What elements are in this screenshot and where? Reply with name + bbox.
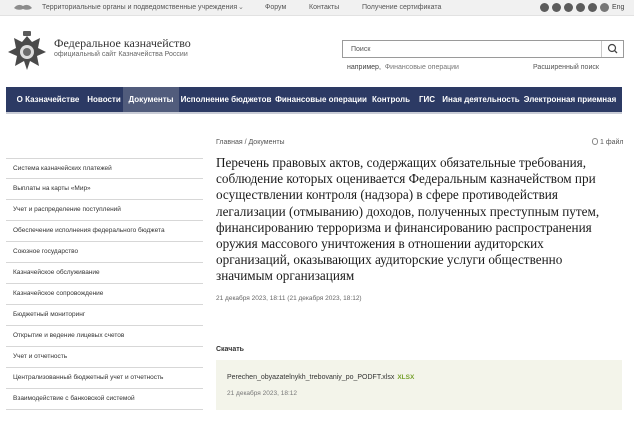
file-card[interactable]: Perechen_obyazatelnykh_trebovaniy_po_POD…	[216, 360, 622, 410]
nav-about[interactable]: О Казначействе	[11, 87, 85, 112]
nav-gis[interactable]: ГИС	[413, 87, 441, 112]
sidebar-item-accounting-reporting[interactable]: Учет и отчетность	[6, 347, 203, 368]
site-title[interactable]: Федеральное казначейство	[54, 36, 191, 51]
language-switch[interactable]: Eng	[612, 4, 624, 11]
nav-news[interactable]: Новости	[85, 87, 123, 112]
files-count-label: 1 файл	[600, 139, 624, 146]
nav-documents[interactable]: Документы	[123, 87, 179, 112]
youtube-icon[interactable]	[564, 3, 573, 12]
file-link[interactable]: Perechen_obyazatelnykh_trebovaniy_po_POD…	[227, 374, 414, 381]
emblem-mini-icon	[14, 4, 32, 10]
sidebar-item-payment-system[interactable]: Система казначейских платежей	[6, 158, 203, 179]
sidebar-item-personal-accounts[interactable]: Открытие и ведение лицевых счетов	[6, 326, 203, 347]
files-count-link[interactable]: 1 файл	[592, 138, 624, 146]
treasury-emblem-logo[interactable]	[6, 30, 48, 76]
search-input[interactable]	[343, 41, 603, 57]
search-hint-prefix: например,	[347, 64, 381, 71]
certificate-link[interactable]: Получение сертификата	[362, 4, 441, 11]
vk-icon[interactable]	[552, 3, 561, 12]
forum-link[interactable]: Форум	[265, 4, 286, 11]
sidebar-item-federal-budget[interactable]: Обеспечение исполнения федерального бюдж…	[6, 221, 203, 242]
search-button[interactable]	[601, 41, 623, 57]
sidebar-item-banking-interaction[interactable]: Взаимодействие с банковской системой	[6, 389, 203, 410]
sidebar-item-treasury-service[interactable]: Казначейское обслуживание	[6, 263, 203, 284]
nav-budget-execution[interactable]: Исполнение бюджетов	[179, 87, 273, 112]
download-heading: Скачать	[216, 346, 244, 353]
advanced-search-link[interactable]: Расширенный поиск	[533, 64, 599, 71]
site-subtitle: официальный сайт Казначейства России	[54, 51, 188, 58]
publish-date: 21 декабря 2023, 18:11 (21 декабря 2023,…	[216, 295, 362, 302]
contacts-link[interactable]: Контакты	[309, 4, 339, 11]
nav-financial-operations[interactable]: Финансовые операции	[273, 87, 369, 112]
nav-other-activity[interactable]: Иная деятельность	[441, 87, 521, 112]
chevron-down-icon[interactable]: ⌄	[238, 3, 244, 11]
paperclip-icon	[592, 138, 598, 145]
search-hint: например, Финансовые операции	[347, 64, 459, 71]
search-box	[342, 40, 624, 58]
file-date: 21 декабря 2023, 18:12	[227, 390, 297, 397]
nav-e-reception[interactable]: Электронная приемная	[521, 87, 619, 112]
page-title: Перечень правовых актов, содержащих обяз…	[216, 155, 600, 284]
sidebar-item-mir-cards[interactable]: Выплаты на карты «Мир»	[6, 179, 203, 200]
telegram-icon[interactable]	[540, 3, 549, 12]
nav-control[interactable]: Контроль	[369, 87, 413, 112]
search-hint-example[interactable]: Финансовые операции	[385, 64, 459, 71]
sidebar-item-centralized-accounting[interactable]: Централизованный бюджетный учет и отчетн…	[6, 368, 203, 389]
sidebar-item-treasury-support[interactable]: Казначейское сопровождение	[6, 284, 203, 305]
file-name[interactable]: Perechen_obyazatelnykh_trebovaniy_po_POD…	[227, 374, 394, 381]
sidebar-item-budget-monitoring[interactable]: Бюджетный мониторинг	[6, 305, 203, 326]
top-utility-bar: Территориальные органы и подведомственны…	[0, 0, 634, 16]
sidebar-item-revenue-accounting[interactable]: Учет и распределение поступлений	[6, 200, 203, 221]
search-icon	[607, 43, 618, 54]
breadcrumb[interactable]: Главная / Документы	[216, 139, 285, 146]
file-extension-badge: XLSX	[397, 374, 415, 381]
rss-icon[interactable]	[588, 3, 597, 12]
eye-icon[interactable]	[600, 3, 609, 12]
sidebar-item-union-state[interactable]: Союзное государство	[6, 242, 203, 263]
regional-bodies-link[interactable]: Территориальные органы и подведомственны…	[42, 4, 237, 11]
main-navigation: О Казначействе Новости Документы Исполне…	[6, 87, 622, 114]
ok-icon[interactable]	[576, 3, 585, 12]
